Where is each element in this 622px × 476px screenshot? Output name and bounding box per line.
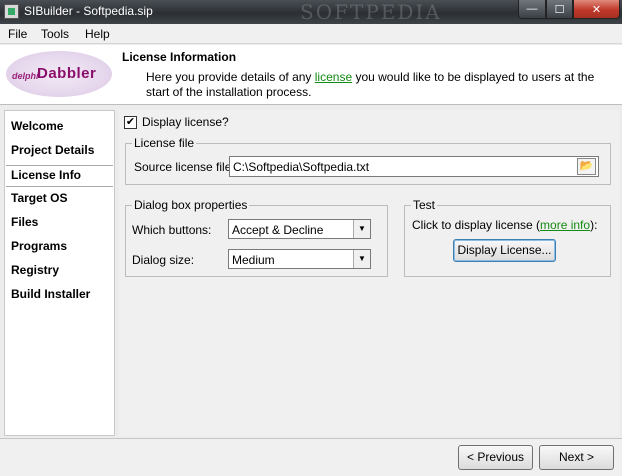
main-panel: ✔ Display license? License file Source l… (119, 110, 619, 436)
test-description: Click to display license (more info): (412, 218, 597, 232)
display-license-button[interactable]: Display License... (453, 239, 556, 262)
minimize-button[interactable]: — (518, 0, 546, 19)
menu-tools[interactable]: Tools (41, 27, 69, 41)
dialog-box-properties-group: Dialog box properties Which buttons: Acc… (125, 198, 388, 277)
menu-help[interactable]: Help (85, 27, 110, 41)
chevron-down-icon[interactable]: ▼ (353, 250, 370, 268)
source-license-label: Source license file: (134, 160, 235, 174)
sidebar-item-target-os[interactable]: Target OS (11, 191, 67, 205)
which-buttons-label: Which buttons: (132, 223, 212, 237)
page-description: Here you provide details of any license … (146, 70, 616, 100)
more-info-link[interactable]: more info (540, 218, 590, 232)
license-file-group: License file Source license file: C:\Sof… (125, 136, 611, 185)
license-link[interactable]: license (315, 70, 352, 84)
sidebar-item-license-info[interactable]: License Info (6, 165, 113, 187)
delphi-dabbler-logo: delphi Dabbler (6, 51, 112, 97)
menu-bar: File Tools Help (0, 24, 622, 44)
menu-file[interactable]: File (8, 27, 27, 41)
sidebar-item-registry[interactable]: Registry (11, 263, 59, 277)
dialog-box-group-title: Dialog box properties (132, 198, 250, 212)
app-icon (4, 4, 19, 19)
display-license-label: Display license? (142, 115, 229, 129)
page-title: License Information (122, 50, 237, 64)
display-license-checkbox[interactable]: ✔ (124, 116, 137, 129)
next-button[interactable]: Next > (539, 445, 614, 470)
dialog-size-label: Dialog size: (132, 253, 195, 267)
license-file-group-title: License file (132, 136, 197, 150)
browse-folder-icon[interactable]: 📂 (577, 158, 596, 175)
dialog-size-select[interactable]: Medium ▼ (228, 249, 371, 269)
sidebar: Welcome Project Details License Info Tar… (4, 110, 115, 436)
title-bar: SIBuilder - Softpedia.sip SOFTPEDIA — ☐ … (0, 0, 622, 24)
source-license-input[interactable]: C:\Softpedia\Softpedia.txt (229, 156, 599, 177)
sidebar-item-project-details[interactable]: Project Details (11, 143, 94, 157)
close-button[interactable]: ✕ (573, 0, 620, 19)
sidebar-item-files[interactable]: Files (11, 215, 38, 229)
sidebar-item-build-installer[interactable]: Build Installer (11, 287, 90, 301)
test-text-before: Click to display license ( (412, 218, 541, 232)
test-text-after: ): (590, 218, 598, 232)
previous-button[interactable]: < Previous (458, 445, 533, 470)
which-buttons-value: Accept & Decline (232, 223, 324, 237)
test-group-title: Test (411, 198, 438, 212)
footer: < Previous Next > (0, 438, 622, 476)
desc-text-before: Here you provide details of any (146, 70, 315, 84)
window-title: SIBuilder - Softpedia.sip (24, 4, 153, 18)
test-group: Test Click to display license (more info… (404, 198, 611, 277)
dialog-size-value: Medium (232, 253, 275, 267)
sidebar-item-welcome[interactable]: Welcome (11, 119, 63, 133)
logo-prefix: delphi (12, 71, 39, 81)
logo-name: Dabbler (37, 65, 97, 82)
watermark: SOFTPEDIA (300, 0, 442, 24)
which-buttons-select[interactable]: Accept & Decline ▼ (228, 219, 371, 239)
maximize-button[interactable]: ☐ (546, 0, 573, 19)
page-header: delphi Dabbler License Information Here … (0, 45, 622, 105)
chevron-down-icon[interactable]: ▼ (353, 220, 370, 238)
sidebar-item-programs[interactable]: Programs (11, 239, 67, 253)
